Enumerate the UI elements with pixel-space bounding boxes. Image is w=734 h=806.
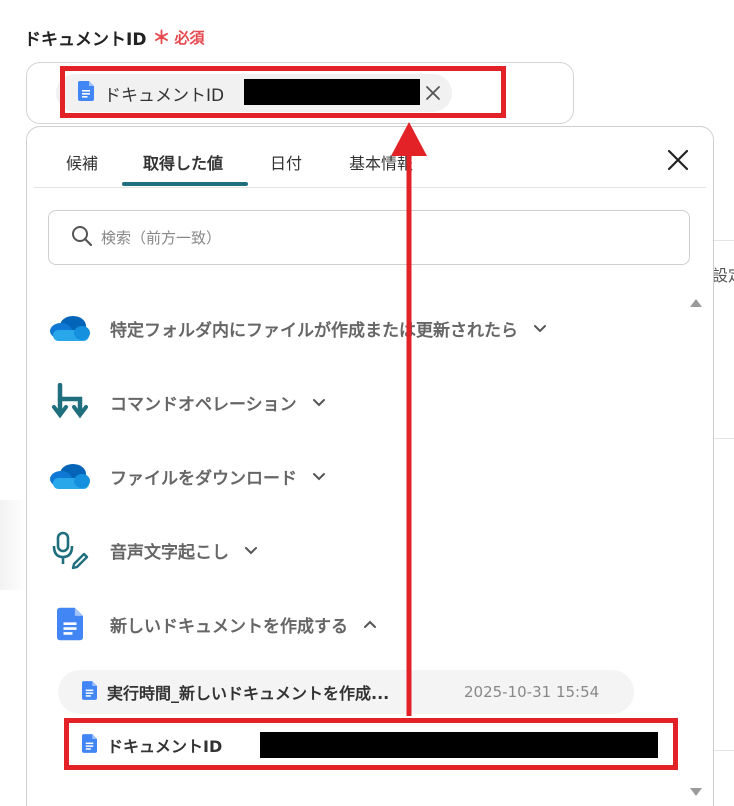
group-label: 音声文字起こし [110,542,229,563]
group-label: コマンドオペレーション [110,394,297,415]
chevron-down-icon [311,468,327,484]
chevron-down-icon [532,320,548,336]
google-docs-icon [48,602,92,646]
search-box[interactable] [48,210,690,265]
background-shadow [0,500,26,590]
group-file-download[interactable]: ファイルをダウンロード [48,454,327,498]
command-operation-icon [48,380,92,424]
group-label: 特定フォルダ内にファイルが作成または更新されたら [110,320,518,341]
background-divider [712,438,734,439]
required-text: 必須 [174,28,205,47]
value-item-label: 実行時間_新しいドキュメントを作成... [107,684,390,703]
onedrive-icon [48,454,92,498]
group-label: ファイルをダウンロード [110,468,297,489]
scroll-up-arrow-icon[interactable] [689,293,703,312]
group-command-operation[interactable]: コマンドオペレーション [48,380,327,424]
group-create-document[interactable]: 新しいドキュメントを作成する [48,602,378,646]
value-item-timestamp: 2025-10-31 15:54 [464,683,600,701]
value-item-execution-time[interactable]: 実行時間_新しいドキュメントを作成... 2025-10-31 15:54 [58,670,634,714]
background-divider [712,750,734,751]
search-input[interactable] [101,228,661,247]
field-label-text: ドキュメントID [24,29,147,50]
chevron-down-icon [311,394,327,410]
scroll-down-arrow-icon[interactable] [689,782,703,801]
microphone-pen-icon [48,528,92,572]
chevron-down-icon [243,542,259,558]
group-label: 新しいドキュメントを作成する [110,616,348,637]
group-voice-transcription[interactable]: 音声文字起こし [48,528,259,572]
search-icon [71,225,93,251]
required-asterisk: ＊ [152,28,171,49]
tab-date[interactable]: 日付 [270,150,302,174]
group-onedrive-trigger[interactable]: 特定フォルダ内にファイルが作成または更新されたら [48,306,548,350]
field-label: ドキュメントID ＊ 必須 [24,24,204,50]
background-divider [712,240,734,241]
active-tab-indicator [122,182,248,186]
tab-acquired-values[interactable]: 取得した値 [143,150,223,174]
google-docs-icon [82,680,97,704]
chevron-up-icon [362,616,378,632]
highlight-box-value [64,718,678,770]
close-icon[interactable] [664,146,692,174]
tab-candidates[interactable]: 候補 [66,150,98,174]
background-setting-text: 設定 [712,266,734,285]
onedrive-icon [48,306,92,350]
highlight-box-field [60,66,506,118]
tab-basic-info[interactable]: 基本情報 [349,150,413,174]
